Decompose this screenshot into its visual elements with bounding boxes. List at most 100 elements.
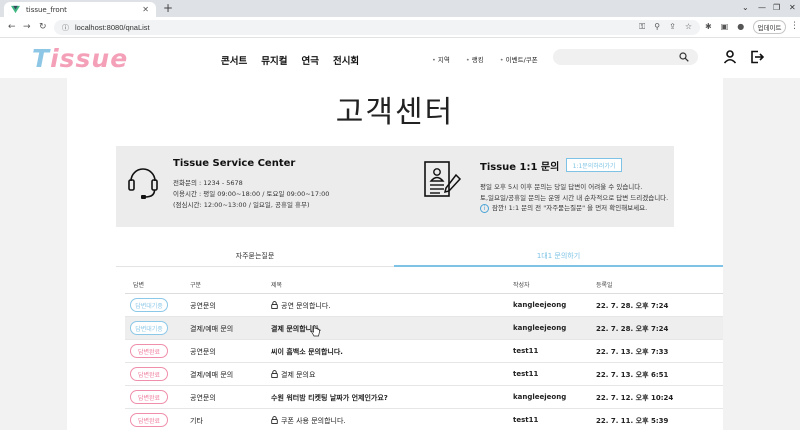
- search-input[interactable]: [553, 49, 698, 65]
- table-row[interactable]: 답변완료 기타 쿠폰 사용 문의합니다. test11 22. 7. 11. 오…: [125, 409, 723, 430]
- menu-icon[interactable]: ⋮: [790, 21, 799, 31]
- row-author: kangleejeong: [513, 324, 567, 332]
- row-date: 22. 7. 28. 오후 7:24: [596, 302, 669, 310]
- sub-nav: 지역 랭킹 이벤트/쿠폰: [432, 54, 538, 64]
- inquiry-title: Tissue 1:1 문의: [480, 162, 560, 173]
- table-row[interactable]: 답변완료 공연문의 씨이 흠백소 문의합니다. test11 22. 7. 13…: [125, 340, 723, 363]
- url-text: localhost:8080/qnaList: [75, 23, 150, 32]
- lock-icon: [271, 416, 278, 424]
- close-tab-icon[interactable]: ✕: [142, 5, 149, 14]
- table-row[interactable]: 답변완료 결제/예매 문의 결제 문의요 test11 22. 7. 13. 오…: [125, 363, 723, 386]
- vue-logo-icon: [11, 5, 20, 14]
- row-category: 공연문의: [190, 394, 216, 402]
- status-badge: 답변대기중: [130, 321, 168, 335]
- tab-title: tissue_front: [26, 5, 67, 14]
- user-icon[interactable]: [723, 50, 737, 64]
- info-circle-icon: i: [480, 203, 489, 213]
- row-subject[interactable]: 쿠폰 사용 문의합니다.: [271, 416, 346, 426]
- row-date: 22. 7. 12. 오후 10:24: [596, 394, 674, 402]
- table-header: 답변 구분 제목 작성자 등록일: [125, 274, 723, 294]
- bookmark-star-icon[interactable]: ☆: [685, 22, 692, 32]
- reload-button[interactable]: ↻: [39, 22, 47, 32]
- back-button[interactable]: ←: [8, 22, 16, 32]
- restore-button[interactable]: ❐: [773, 3, 780, 12]
- key-icon[interactable]: ⚿: [639, 22, 645, 32]
- service-phone: 전화문의 : 1234 - 5678: [173, 179, 243, 187]
- row-date: 22. 7. 13. 오후 6:51: [596, 371, 669, 379]
- sidebar-icon[interactable]: ▣: [721, 22, 729, 31]
- go-to-inquiry-button[interactable]: 1:1문의하러가기: [566, 158, 622, 172]
- service-hours: 이용시간 : 평일 09:00~18:00 / 토요일 09:00~17:00: [173, 190, 330, 198]
- info-panel: Tissue Service Center 전화문의 : 1234 - 5678…: [116, 146, 674, 227]
- nav-musical[interactable]: 뮤지컬: [261, 53, 287, 67]
- nav-play[interactable]: 연극: [301, 53, 318, 67]
- row-category: 공연문의: [190, 348, 216, 356]
- status-badge: 답변완료: [130, 367, 168, 381]
- status-badge: 답변완료: [130, 413, 168, 427]
- logout-icon[interactable]: [750, 50, 764, 64]
- new-tab-button[interactable]: +: [163, 2, 173, 15]
- table-row[interactable]: 답변완료 공연문의 수원 워터밤 티켓팅 날짜가 언제인가요? kangleej…: [125, 386, 723, 409]
- row-category: 결제/예매 문의: [190, 371, 234, 379]
- info-icon[interactable]: ⓘ: [62, 23, 69, 33]
- row-date: 22. 7. 13. 오후 7:33: [596, 348, 669, 356]
- header-date: 등록일: [596, 282, 613, 289]
- nav-region[interactable]: 지역: [432, 54, 450, 64]
- extensions-icon[interactable]: ✱: [705, 22, 712, 31]
- header-subject: 제목: [271, 282, 283, 289]
- row-author: test11: [513, 416, 539, 424]
- row-author: test11: [513, 370, 539, 378]
- browser-tabstrip: tissue_front ✕ + ⌄ — ❐ ✕: [0, 0, 800, 17]
- tab-faq[interactable]: 자주묻는질문: [116, 248, 394, 267]
- nav-concert[interactable]: 콘서트: [221, 53, 247, 67]
- service-center-title: Tissue Service Center: [173, 158, 296, 169]
- row-subject[interactable]: 수원 워터밤 티켓팅 날짜가 언제인가요?: [271, 393, 388, 403]
- row-subject[interactable]: 공연 문의합니다.: [271, 301, 331, 311]
- row-subject[interactable]: 결제 문의요: [271, 370, 315, 380]
- header-status: 답변: [133, 282, 145, 289]
- row-category: 기타: [190, 417, 203, 425]
- tissue-logo[interactable]: Tissue: [32, 44, 128, 73]
- tab-qna[interactable]: 1대1 문의하기: [394, 248, 723, 267]
- lock-icon: [271, 370, 278, 378]
- row-category: 결제/예매 문의: [190, 325, 234, 333]
- row-subject[interactable]: 씨이 흠백소 문의합니다.: [271, 347, 343, 357]
- browser-tab[interactable]: tissue_front ✕: [4, 2, 156, 17]
- site-header: Tissue 콘서트 뮤지컬 연극 전시회 지역 랭킹 이벤트/쿠폰: [0, 38, 800, 78]
- table-row[interactable]: 답변대기중 결제/예매 문의 결제 문의합니다. kangleejeong 22…: [125, 317, 723, 340]
- inquiry-line-1: 평일 오후 5시 이후 문의는 당일 답변이 어려울 수 있습니다.: [480, 183, 643, 191]
- status-badge: 답변완료: [130, 390, 168, 404]
- share-icon[interactable]: ⇪: [669, 22, 676, 32]
- row-date: 22. 7. 28. 오후 7:24: [596, 325, 669, 333]
- minimize-button[interactable]: —: [758, 3, 766, 12]
- headset-icon: [128, 168, 158, 199]
- document-profile-icon: [424, 161, 462, 197]
- lock-icon: [271, 301, 278, 309]
- update-button[interactable]: 업데이트: [753, 20, 786, 34]
- row-category: 공연문의: [190, 302, 216, 310]
- header-author: 작성자: [513, 282, 530, 289]
- row-author: kangleejeong: [513, 301, 567, 309]
- main-nav: 콘서트 뮤지컬 연극 전시회: [221, 53, 359, 67]
- profile-icon[interactable]: ●: [737, 22, 744, 31]
- browser-toolbar: ← → ↻ ⓘ localhost:8080/qnaList ⚿ ⚲ ⇪ ☆ ✱…: [0, 17, 800, 38]
- forward-button[interactable]: →: [23, 22, 31, 32]
- row-author: kangleejeong: [513, 393, 567, 401]
- chevron-down-icon[interactable]: ⌄: [742, 3, 749, 12]
- nav-event-coupon[interactable]: 이벤트/쿠폰: [500, 54, 538, 64]
- board-tabs: 자주묻는질문 1대1 문의하기: [116, 248, 723, 267]
- nav-exhibition[interactable]: 전시회: [333, 53, 359, 67]
- zoom-icon[interactable]: ⚲: [654, 22, 660, 32]
- close-window-button[interactable]: ✕: [789, 3, 796, 12]
- table-row[interactable]: 답변대기중 공연문의 공연 문의합니다. kangleejeong 22. 7.…: [125, 294, 723, 317]
- header-category: 구분: [190, 282, 202, 289]
- status-badge: 답변대기중: [130, 298, 168, 312]
- hand-cursor-icon: [311, 325, 320, 337]
- row-author: test11: [513, 347, 539, 355]
- page-title: 고객센터: [335, 95, 455, 130]
- row-date: 22. 7. 11. 오후 5:39: [596, 417, 669, 425]
- search-icon[interactable]: [679, 52, 689, 62]
- nav-ranking[interactable]: 랭킹: [466, 54, 484, 64]
- status-badge: 답변완료: [130, 344, 168, 358]
- address-bar[interactable]: ⓘ localhost:8080/qnaList ⚿ ⚲ ⇪ ☆: [54, 20, 700, 35]
